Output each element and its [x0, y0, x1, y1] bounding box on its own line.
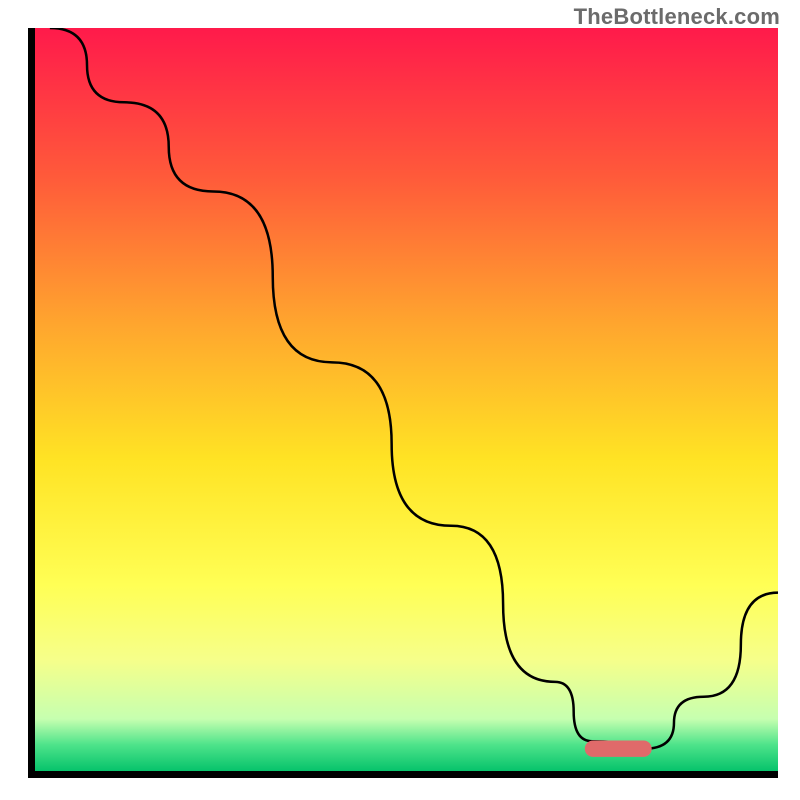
- curve-layer: [35, 28, 778, 771]
- plot-wrapper: [28, 28, 778, 778]
- chart-frame: TheBottleneck.com: [0, 0, 800, 800]
- x-axis: [28, 771, 778, 778]
- y-axis: [28, 28, 35, 778]
- bottleneck-curve: [50, 28, 778, 749]
- watermark-text: TheBottleneck.com: [574, 4, 780, 30]
- plot-area: [35, 28, 778, 771]
